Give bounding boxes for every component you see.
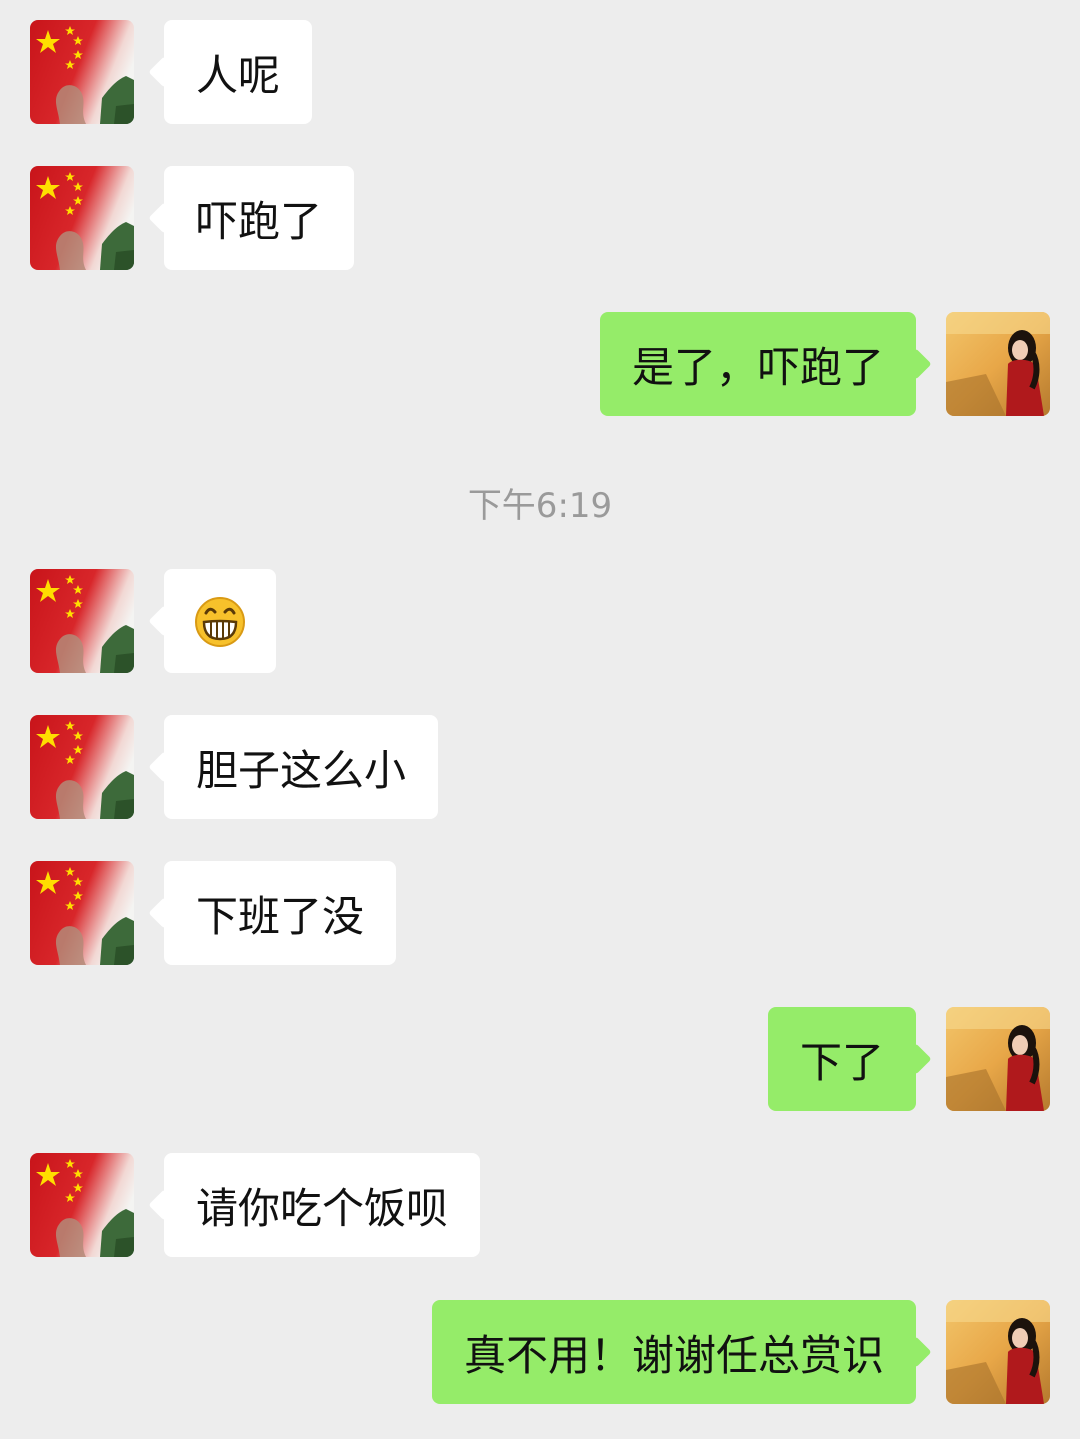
flag-avatar-icon[interactable]	[30, 1153, 134, 1257]
outgoing-message-bubble[interactable]: 真不用！谢谢任总赏识	[431, 1300, 916, 1404]
flag-avatar-icon[interactable]	[30, 20, 134, 124]
flag-avatar-icon[interactable]	[30, 715, 134, 819]
outgoing-message-bubble[interactable]: 是了，吓跑了	[599, 312, 916, 416]
message-text: 人呢	[196, 50, 281, 100]
message-row: 人呢	[0, 20, 1080, 124]
incoming-message-bubble[interactable]: 人呢	[164, 20, 313, 124]
user-photo-avatar-icon[interactable]	[946, 1007, 1050, 1111]
flag-avatar-icon[interactable]	[30, 861, 134, 965]
flag-avatar-icon[interactable]	[30, 569, 134, 673]
message-row: 胆子这么小	[0, 715, 1080, 819]
message-row: 请你吃个饭呗	[0, 1153, 1080, 1257]
message-text: 是了，吓跑了	[631, 342, 884, 392]
chat-timestamp: 下午6:19	[467, 486, 613, 526]
message-row: 下了	[0, 1007, 1080, 1111]
incoming-message-bubble[interactable]	[164, 569, 276, 673]
outgoing-message-bubble[interactable]: 下了	[767, 1007, 916, 1111]
message-row	[0, 569, 1080, 673]
message-row: 下班了没	[0, 861, 1080, 965]
message-text: 胆子这么小	[196, 745, 407, 795]
message-text: 请你吃个饭呗	[196, 1183, 449, 1233]
grinning-face-emoji-icon	[195, 597, 245, 647]
incoming-message-bubble[interactable]: 胆子这么小	[164, 715, 439, 819]
flag-avatar-icon[interactable]	[30, 166, 134, 270]
incoming-message-bubble[interactable]: 请你吃个饭呗	[164, 1153, 481, 1257]
message-row: 真不用！谢谢任总赏识	[0, 1300, 1080, 1404]
user-photo-avatar-icon[interactable]	[946, 1300, 1050, 1404]
user-photo-avatar-icon[interactable]	[946, 312, 1050, 416]
incoming-message-bubble[interactable]: 吓跑了	[164, 166, 355, 270]
message-row: 吓跑了	[0, 166, 1080, 270]
message-text: 吓跑了	[196, 196, 323, 246]
message-row: 是了，吓跑了	[0, 312, 1080, 416]
message-text: 下班了没	[196, 891, 365, 941]
message-text: 下了	[799, 1037, 884, 1087]
incoming-message-bubble[interactable]: 下班了没	[164, 861, 397, 965]
message-text: 真不用！谢谢任总赏识	[463, 1330, 884, 1380]
